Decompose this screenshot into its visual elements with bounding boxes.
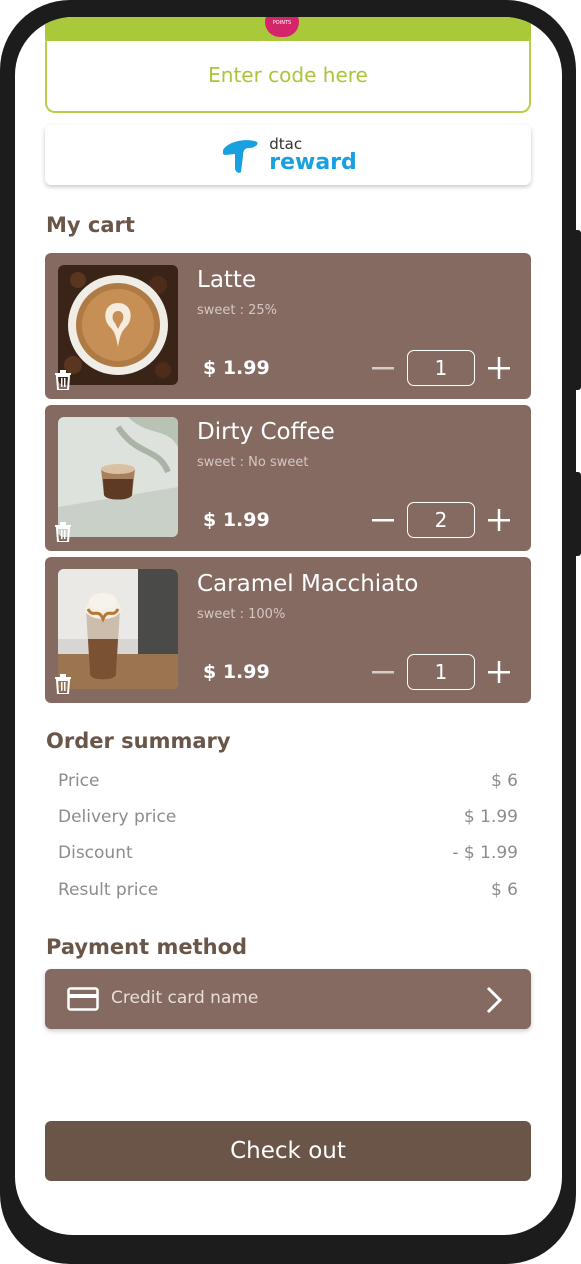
trash-icon[interactable] [54, 522, 72, 542]
summary-row-result: Result price $ 6 [58, 880, 518, 900]
item-sweetness: sweet : No sweet [197, 455, 309, 470]
credit-card-name: Credit card name [111, 988, 259, 1008]
order-summary-title: Order summary [46, 729, 231, 753]
summary-value: $ 1.99 [463, 807, 518, 827]
item-name: Dirty Coffee [197, 419, 335, 445]
promo-code-placeholder: Enter code here [208, 63, 368, 87]
item-name: Caramel Macchiato [197, 571, 419, 597]
summary-row-delivery: Delivery price $ 1.99 [58, 807, 518, 827]
minus-icon[interactable] [371, 505, 395, 535]
quantity-field[interactable]: 2 [407, 502, 475, 538]
summary-row-price: Price $ 6 [58, 771, 518, 791]
plus-icon[interactable] [487, 505, 511, 535]
summary-value: - $ 1.99 [452, 843, 518, 863]
cart-item: Dirty Coffee sweet : No sweet $ 1.99 2 [45, 405, 531, 551]
payment-method-selector[interactable]: Credit card name [45, 969, 531, 1029]
item-sweetness: sweet : 25% [197, 303, 278, 318]
summary-label: Discount [58, 843, 133, 863]
summary-row-discount: Discount - $ 1.99 [58, 843, 518, 863]
minus-icon[interactable] [371, 657, 395, 687]
dtac-reward-button[interactable]: dtac reward [45, 125, 531, 185]
item-price: $ 1.99 [203, 661, 270, 683]
item-price: $ 1.99 [203, 357, 270, 379]
quantity-field[interactable]: 1 [407, 654, 475, 690]
cart-item: Latte sweet : 25% $ 1.99 1 [45, 253, 531, 399]
trash-icon[interactable] [54, 370, 72, 390]
side-button-bottom [575, 472, 581, 556]
caramel-macchiato-image [58, 569, 178, 689]
dtac-logo-icon [223, 140, 258, 173]
summary-label: Price [58, 771, 100, 791]
summary-label: Result price [58, 880, 159, 900]
reward-brand: dtac reward [269, 136, 357, 175]
checkout-button[interactable]: Check out [45, 1121, 531, 1181]
cart-item: Caramel Macchiato sweet : 100% $ 1.99 1 [45, 557, 531, 703]
cart-title: My cart [46, 213, 135, 237]
side-button-top [575, 230, 581, 390]
chevron-right-icon [486, 986, 503, 1014]
trash-icon[interactable] [54, 674, 72, 694]
item-name: Latte [197, 267, 257, 293]
minus-icon[interactable] [371, 353, 395, 383]
latte-image [58, 265, 178, 385]
reward-brand-bottom: reward [269, 149, 357, 175]
plus-icon[interactable] [487, 353, 511, 383]
summary-label: Delivery price [58, 807, 177, 827]
summary-value: $ 6 [490, 880, 518, 900]
quantity-field[interactable]: 1 [407, 350, 475, 386]
item-sweetness: sweet : 100% [197, 607, 286, 622]
summary-value: $ 6 [490, 771, 518, 791]
plus-icon[interactable] [487, 657, 511, 687]
promo-code-input[interactable]: Enter code here [45, 39, 531, 113]
payment-method-title: Payment method [46, 935, 248, 959]
dirty-coffee-image [58, 417, 178, 537]
item-price: $ 1.99 [203, 509, 270, 531]
screen: POINTS Enter code here dtac reward My ca… [15, 17, 562, 1235]
credit-card-icon [67, 987, 99, 1011]
